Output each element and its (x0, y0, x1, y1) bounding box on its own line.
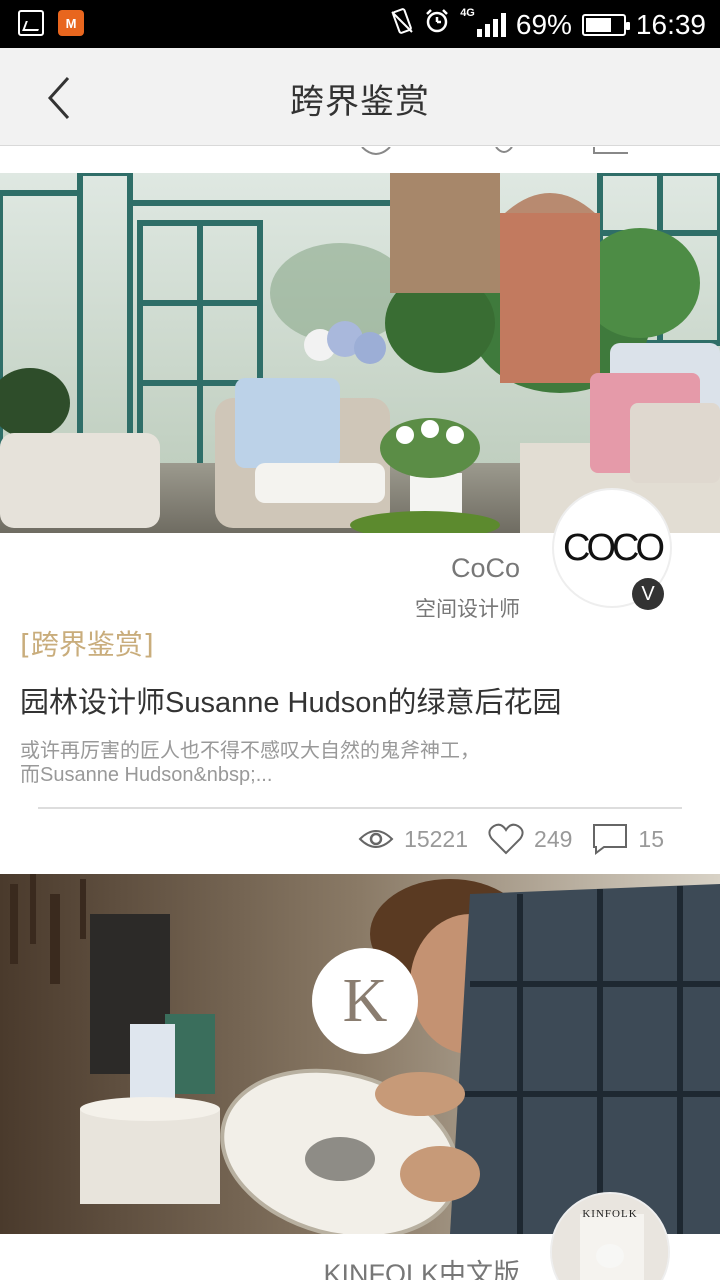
eye-icon (358, 830, 394, 848)
previous-card-stats-peek (0, 147, 720, 173)
excerpt-line: 而Susanne Hudson&nbsp;... (20, 764, 273, 786)
page-title: 跨界鉴赏 (290, 82, 430, 122)
garden-conservatory-image (0, 173, 720, 533)
vibrate-icon (390, 8, 414, 41)
status-bar: M 4G 69% 16:39 (0, 0, 720, 48)
author-name[interactable]: CoCo (451, 553, 520, 584)
views-count: 15221 (404, 825, 469, 852)
comments-count: 15 (638, 825, 664, 852)
article-stats: 15221 249 15 (358, 823, 664, 855)
article-excerpt: 或许再厉害的匠人也不得不感叹大自然的鬼斧神工， 而Susanne Hudson&… (20, 739, 680, 787)
likes-stat[interactable]: 249 (488, 823, 572, 855)
likes-count: 249 (534, 825, 573, 852)
kinfolk-k-logo: K (312, 948, 418, 1054)
divider (38, 807, 682, 809)
craftsman-workshop-image (0, 874, 720, 1234)
gallery-icon (18, 10, 44, 36)
battery-level-fill (585, 17, 611, 32)
alarm-icon (424, 8, 450, 41)
kinfolk-thumbnail-title: KINFOLK (582, 1208, 638, 1220)
article-cover-image[interactable]: K (0, 874, 720, 1234)
article-title[interactable]: 园林设计师Susanne Hudson的绿意后花园 (20, 679, 562, 721)
excerpt-line: 或许再厉害的匠人也不得不感叹大自然的鬼斧神工， (20, 740, 480, 762)
article-card[interactable]: K KINFOLK KINFOLK中文版 (0, 874, 720, 1280)
battery-percent: 69% (515, 8, 572, 40)
network-type: 4G (460, 6, 475, 19)
clock: 16:39 (635, 8, 706, 40)
signal-icon (476, 12, 506, 37)
verified-badge-icon: V (632, 578, 664, 610)
heart-icon (488, 823, 524, 855)
app-notification-icon: M (58, 10, 84, 36)
comment-icon (593, 824, 628, 855)
author-name[interactable]: KINFOLK中文版 (323, 1252, 520, 1280)
article-card[interactable]: COCO V CoCo 空间设计师 [跨界鉴赏] 园林设计师Susanne Hu… (0, 173, 720, 873)
battery-icon (581, 13, 630, 36)
comments-stat[interactable]: 15 (592, 823, 664, 855)
views-stat[interactable]: 15221 (358, 826, 468, 853)
nav-bar: 跨界鉴赏 (0, 48, 720, 146)
article-cover-image[interactable] (0, 173, 720, 533)
category-tag[interactable]: [跨界鉴赏] (20, 623, 154, 663)
coco-logo: COCO (563, 526, 665, 569)
author-role: 空间设计师 (415, 597, 520, 621)
